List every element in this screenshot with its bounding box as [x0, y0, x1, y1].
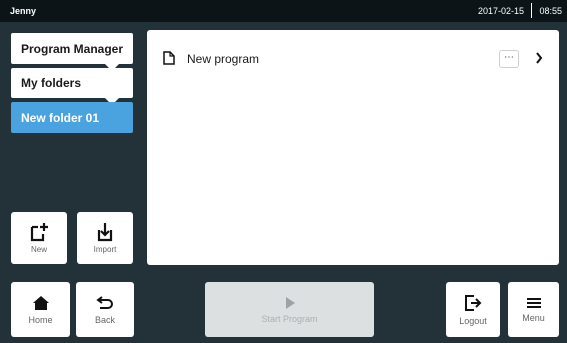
play-icon — [285, 296, 295, 309]
import-label: Import — [93, 245, 117, 254]
logout-icon — [465, 294, 482, 311]
program-row[interactable]: New program ⋯ — [147, 46, 559, 72]
menu-label: Menu — [522, 312, 545, 323]
breadcrumb-my-folders[interactable]: My folders — [11, 68, 133, 105]
new-label: New — [30, 245, 47, 254]
breadcrumb-new-folder-01[interactable]: New folder 01 — [11, 102, 133, 133]
new-file-icon — [30, 223, 48, 242]
bottom-toolbar: Home Back Start Program Logout Menu — [0, 276, 567, 343]
date-display: 2017-02-15 — [477, 6, 524, 16]
breadcrumb-label: Program Manager — [21, 41, 124, 56]
hamburger-menu-icon — [526, 297, 541, 308]
import-icon — [97, 223, 113, 242]
logout-button[interactable]: Logout — [446, 282, 500, 337]
menu-button[interactable]: Menu — [508, 282, 559, 337]
home-label: Home — [28, 314, 53, 325]
breadcrumb-program-manager[interactable]: Program Manager — [11, 33, 133, 71]
document-icon — [163, 51, 175, 65]
time-display: 08:55 — [539, 6, 562, 16]
program-name: New program — [187, 52, 260, 66]
user-name: Jenny — [10, 6, 37, 16]
import-button[interactable]: Import — [77, 212, 133, 264]
back-label: Back — [94, 314, 115, 325]
breadcrumb-label: My folders — [21, 76, 82, 90]
status-divider — [531, 3, 532, 18]
back-icon — [96, 295, 113, 309]
breadcrumb-label: New folder 01 — [21, 110, 100, 125]
status-bar: Jenny 2017-02-15 08:55 — [0, 0, 567, 22]
breadcrumb: Program Manager My folders New folder 01 — [11, 33, 133, 137]
back-button[interactable]: Back — [76, 282, 134, 337]
start-program-button[interactable]: Start Program — [205, 282, 374, 337]
chevron-right-icon[interactable] — [535, 52, 543, 64]
home-button[interactable]: Home — [11, 282, 70, 337]
start-program-label: Start Program — [261, 313, 318, 324]
logout-label: Logout — [459, 315, 487, 326]
new-button[interactable]: New — [11, 212, 67, 264]
program-list-panel: New program ⋯ — [147, 30, 559, 265]
home-icon — [32, 295, 49, 310]
more-options-button[interactable]: ⋯ — [499, 50, 519, 68]
